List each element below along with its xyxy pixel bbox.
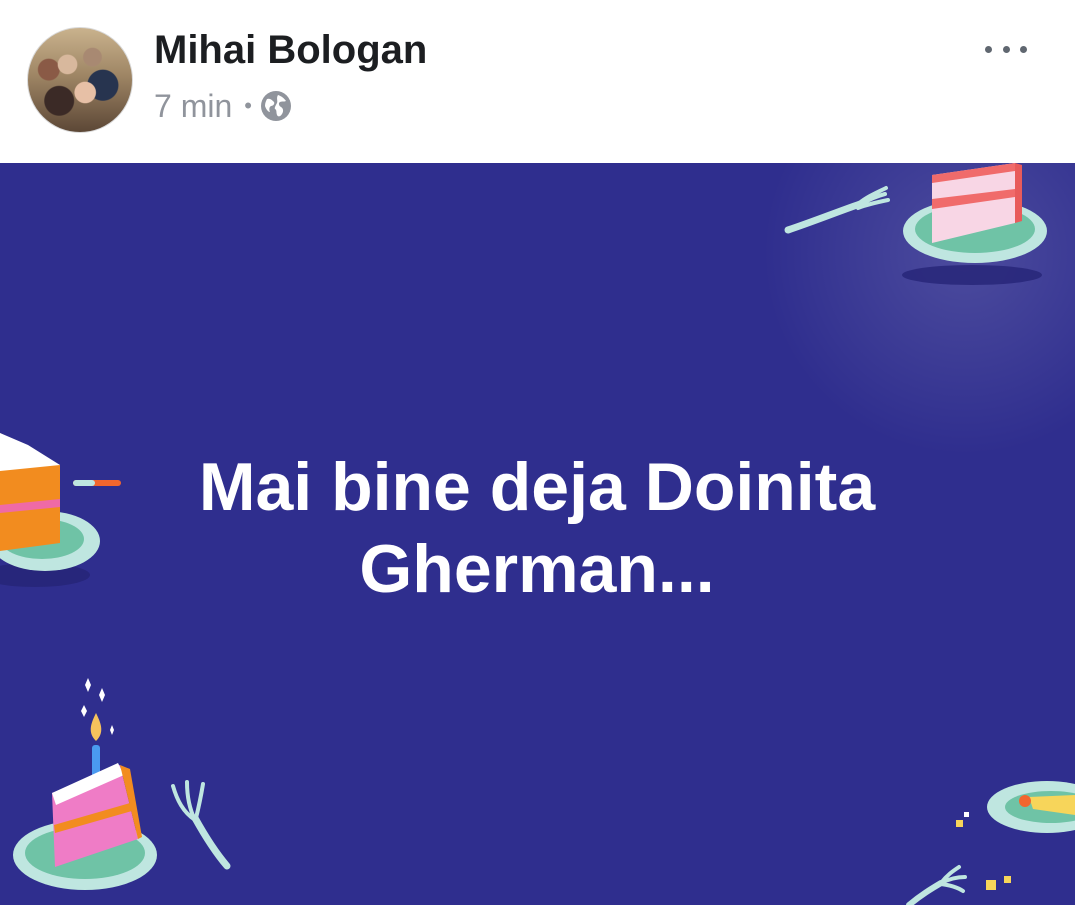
cake-slice-icon: [13, 763, 157, 890]
fork-icon: [171, 780, 231, 870]
author-avatar[interactable]: [27, 27, 133, 133]
fork-icon: [906, 865, 967, 905]
post-text: Mai bine deja Doinita Gherman...: [198, 449, 876, 607]
author-name[interactable]: Mihai Bologan: [154, 28, 427, 73]
post-header: Mihai Bologan 7 min •: [0, 0, 1075, 163]
post-background-card[interactable]: Mai bine deja Doinita Gherman...: [0, 163, 1075, 905]
more-options-icon[interactable]: [982, 34, 1030, 64]
cake-slice-icon: [0, 433, 121, 587]
fork-icon: [784, 186, 890, 234]
cake-slice-icon: [902, 163, 1047, 285]
globe-icon[interactable]: [260, 90, 292, 122]
post-meta: 7 min •: [154, 86, 292, 126]
meta-separator: •: [244, 93, 252, 118]
post-timestamp[interactable]: 7 min: [154, 88, 232, 125]
